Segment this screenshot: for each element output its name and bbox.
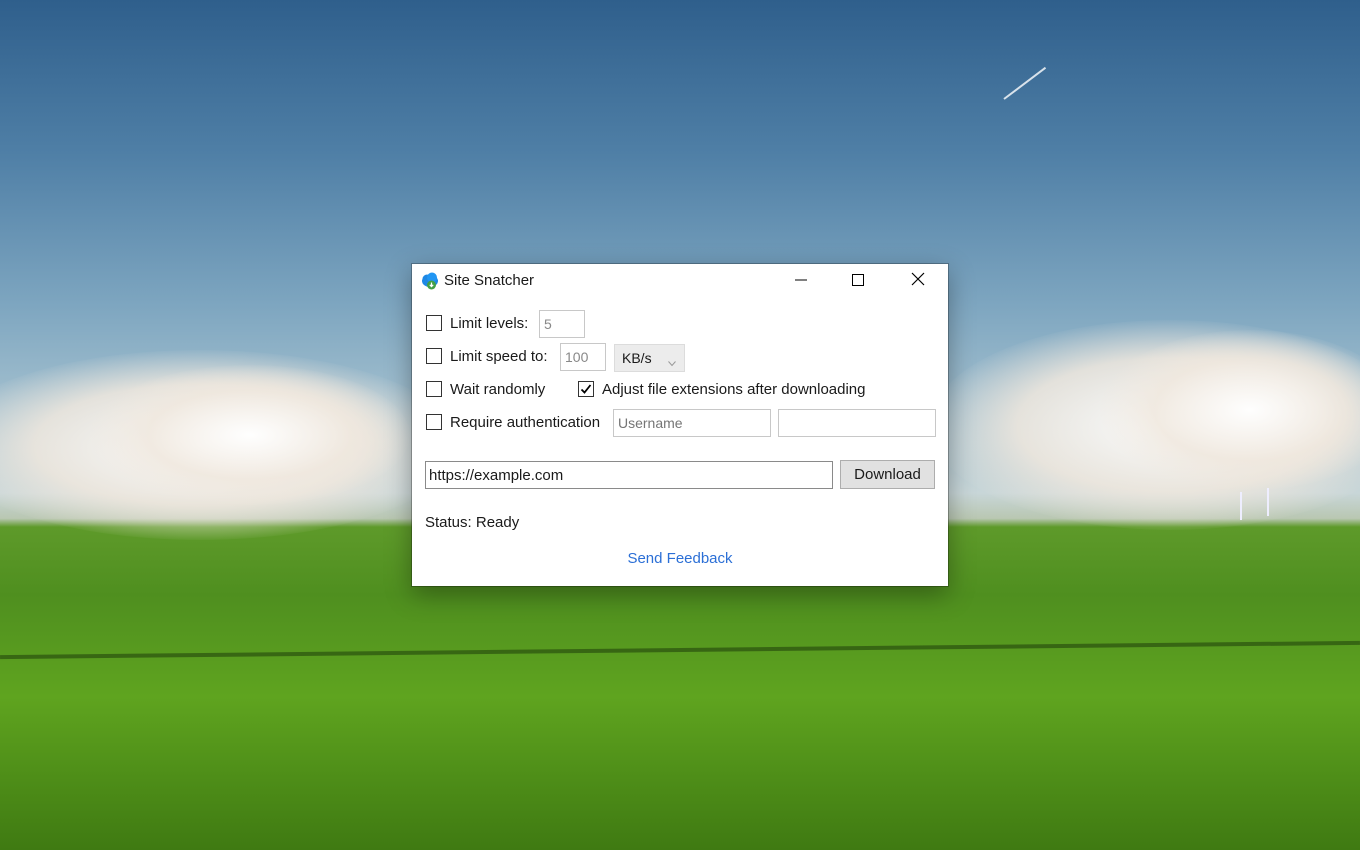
adjust-extensions-row: Adjust file extensions after downloading <box>578 375 866 403</box>
require-auth-label: Require authentication <box>450 413 601 431</box>
close-icon <box>911 272 925 290</box>
limit-levels-checkbox[interactable] <box>426 315 442 331</box>
username-input[interactable] <box>613 409 771 437</box>
adjust-extensions-label: Adjust file extensions after downloading <box>602 380 866 398</box>
minimize-icon <box>795 273 807 290</box>
download-button[interactable]: Download <box>840 460 935 489</box>
title-bar[interactable]: Site Snatcher <box>412 264 948 298</box>
wind-turbine-1 <box>1240 492 1242 520</box>
limit-speed-row: Limit speed to: <box>426 342 548 370</box>
wait-randomly-row: Wait randomly <box>426 375 545 403</box>
desktop-background: Site Snatcher Limit levels: 5 Limit spee… <box>0 0 1360 850</box>
contrail <box>1003 66 1047 100</box>
limit-speed-label: Limit speed to: <box>450 347 548 365</box>
password-input[interactable] <box>778 409 936 437</box>
require-auth-checkbox[interactable] <box>426 414 442 430</box>
field-track <box>0 640 1360 660</box>
close-button[interactable] <box>895 264 941 298</box>
adjust-extensions-checkbox[interactable] <box>578 381 594 397</box>
window-title: Site Snatcher <box>444 272 535 289</box>
limit-levels-row: Limit levels: <box>426 309 528 337</box>
cloud-download-icon <box>421 272 441 290</box>
speed-unit-value: KB/s <box>622 350 652 366</box>
maximize-button[interactable] <box>835 264 881 298</box>
url-input[interactable] <box>425 461 833 489</box>
limit-speed-input[interactable] <box>560 343 606 371</box>
maximize-icon <box>852 273 864 290</box>
require-auth-row: Require authentication <box>426 408 600 436</box>
wait-randomly-checkbox[interactable] <box>426 381 442 397</box>
wind-turbine-2 <box>1267 488 1269 516</box>
chevron-down-icon <box>668 354 676 370</box>
limit-speed-checkbox[interactable] <box>426 348 442 364</box>
limit-levels-label: Limit levels: <box>450 314 529 332</box>
site-snatcher-window: Site Snatcher Limit levels: 5 Limit spee… <box>412 264 948 586</box>
wait-randomly-label: Wait randomly <box>450 380 546 398</box>
send-feedback-link[interactable]: Send Feedback <box>412 550 948 567</box>
speed-unit-dropdown[interactable]: KB/s <box>614 344 685 372</box>
limit-levels-input[interactable] <box>539 310 585 338</box>
minimize-button[interactable] <box>778 264 824 298</box>
checkmark-icon <box>580 384 592 394</box>
cloud-left-2 <box>90 365 410 505</box>
status-text: Status: Ready <box>425 514 520 531</box>
